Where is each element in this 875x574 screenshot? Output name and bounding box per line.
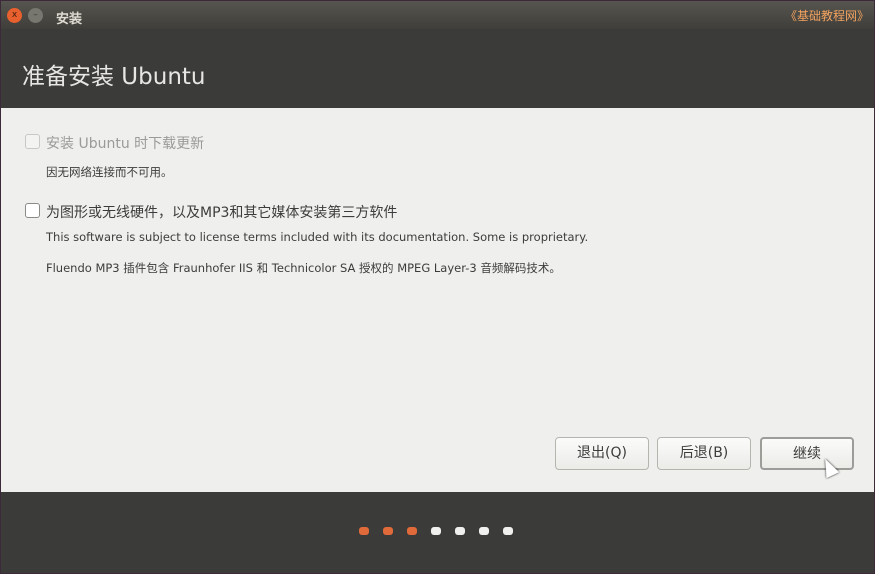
license-note: This software is subject to license term… <box>46 230 589 244</box>
download-updates-checkbox[interactable] <box>25 134 40 149</box>
window-title: 安装 <box>56 12 83 27</box>
page-title: 准备安装 Ubuntu <box>22 64 206 90</box>
download-updates-label: 安装 Ubuntu 时下载更新 <box>46 136 205 152</box>
progress-dot <box>503 527 513 535</box>
mp3-note: Fluendo MP3 插件包含 Fraunhofer IIS 和 Techni… <box>46 261 561 275</box>
progress-dots <box>359 527 513 535</box>
progress-dot <box>431 527 441 535</box>
progress-dot <box>455 527 465 535</box>
progress-dot <box>383 527 393 535</box>
back-button[interactable]: 后退(B) <box>657 437 751 470</box>
content-area: 安装 Ubuntu 时下载更新 因无网络连接而不可用。 为图形或无线硬件，以及M… <box>1 108 874 492</box>
header: 准备安装 Ubuntu <box>1 29 874 108</box>
third-party-checkbox[interactable] <box>25 203 40 218</box>
minimize-button[interactable]: – <box>28 8 43 23</box>
title-bar: x – 安装 《基础教程网》 <box>1 1 874 29</box>
progress-dot <box>479 527 489 535</box>
quit-button[interactable]: 退出(Q) <box>555 437 649 470</box>
close-button[interactable]: x <box>7 8 22 23</box>
installer-window: x – 安装 《基础教程网》 准备安装 Ubuntu 安装 Ubuntu 时下载… <box>1 1 874 573</box>
continue-button[interactable]: 继续 <box>760 437 854 470</box>
third-party-label: 为图形或无线硬件，以及MP3和其它媒体安装第三方软件 <box>46 205 398 221</box>
progress-dot <box>359 527 369 535</box>
download-updates-note: 因无网络连接而不可用。 <box>46 165 173 179</box>
watermark: 《基础教程网》 <box>784 9 869 23</box>
progress-dot <box>407 527 417 535</box>
